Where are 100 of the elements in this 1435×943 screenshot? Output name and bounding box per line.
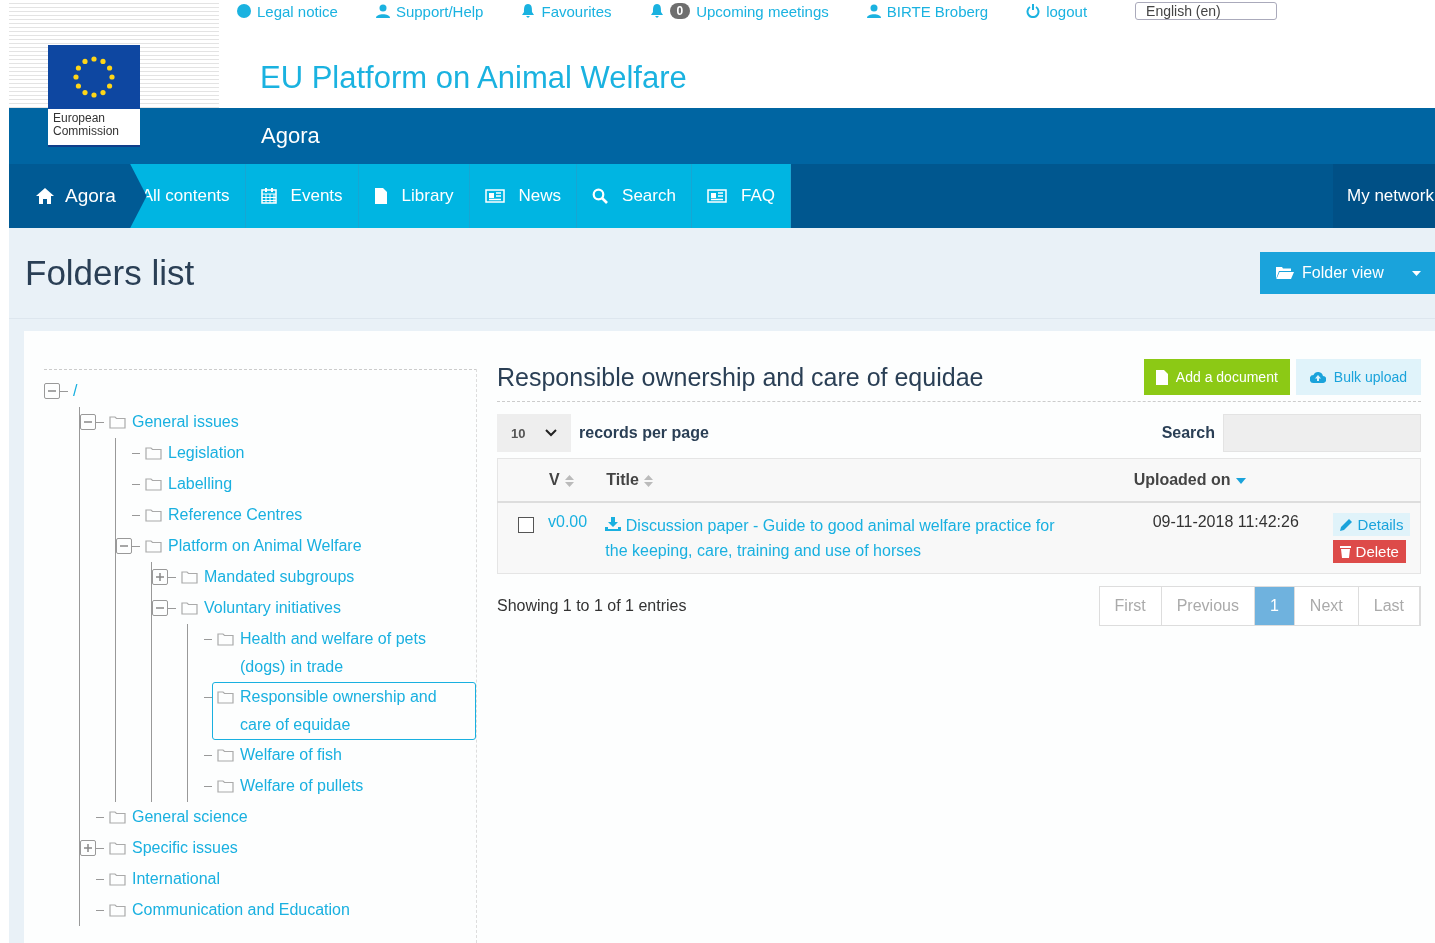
collapse-toggle[interactable] [44,383,60,399]
add-document-button[interactable]: Add a document [1143,359,1290,395]
top-link[interactable]: Legal notice [237,2,338,20]
sort-icon [643,473,653,488]
file-icon [1155,369,1168,385]
folder-icon [109,810,126,824]
folder-tree-item[interactable]: Mandated subgroups [176,562,360,592]
eu-stars-icon [71,54,117,100]
column-header[interactable]: V [548,458,606,502]
search-field[interactable] [1223,414,1421,452]
collapse-toggle[interactable] [80,414,96,430]
folder-tree-item[interactable]: General issues [104,407,244,437]
site-title: EU Platform on Animal Welfare [260,60,688,96]
folder-tree-item[interactable]: Responsible ownership and care of equidae [212,682,476,740]
folder-tree-item[interactable]: Communication and Education [104,895,355,925]
folder-tree-item[interactable]: Health and welfare of pets (dogs) in trade [212,624,476,682]
newspaper-icon [706,189,727,203]
folder-icon [181,601,198,615]
top-link[interactable]: logout [1026,2,1088,20]
folder-tree-item[interactable]: International [104,864,226,894]
folder-tree-item[interactable]: Voluntary initiatives [176,593,346,623]
folder-icon [145,477,162,491]
document-link[interactable]: Discussion paper - Guide to good animal welfare practice for the keeping, care, training and use of horses [605,513,1076,563]
folder-tree-item[interactable]: Welfare of fish [212,740,347,770]
count-badge: 0 [669,3,691,19]
collapse-toggle[interactable] [116,538,132,554]
nav-tab[interactable]: Search [577,164,692,228]
folder-icon [145,508,162,522]
upload-date: 09-11-2018 11:42:26 [1132,502,1333,574]
sort-icon [564,473,574,488]
row-checkbox[interactable] [518,517,534,533]
home-icon [35,187,55,205]
collapse-toggle[interactable] [152,600,168,616]
download-icon [605,517,622,531]
details-button[interactable]: Details [1332,513,1411,536]
column-header[interactable]: Uploaded on [1132,458,1421,502]
plus-icon [156,573,164,581]
folder-icon [217,632,234,646]
folder-icon [109,415,126,429]
folder-icon [181,570,198,584]
folder-tree-item[interactable]: Legislation [140,438,250,468]
folder-icon [217,779,234,793]
calendar-icon [260,188,277,204]
minus-icon [84,418,92,426]
trash-icon [1339,545,1351,558]
folder-icon [217,748,234,762]
top-link[interactable]: Favourites [521,2,612,20]
caret-icon [1412,270,1421,276]
entries-info: Showing 1 to 1 of 1 entries [497,597,687,615]
version-link[interactable]: v0.00 [548,502,606,574]
cloud-upload-icon [1309,371,1326,383]
file-icon [373,188,388,204]
top-link[interactable]: 0 Upcoming meetings [649,2,829,20]
bell-icon [649,4,664,18]
pencil-icon [1339,518,1353,531]
page-title: Folders list [25,253,195,293]
folder-tree-item[interactable]: Reference Centres [140,500,308,530]
folder-tree-item[interactable]: Welfare of pullets [212,771,369,801]
pagination-button[interactable]: 1 [1254,587,1295,625]
language-select[interactable]: English (en) [1135,2,1278,20]
search-label: Search [1161,424,1215,442]
sort-descending-icon [1235,477,1246,484]
folder-icon [109,872,126,886]
minus-icon [120,542,128,550]
folder-tree-item[interactable]: General science [104,802,253,832]
chevron-down-icon [545,429,557,437]
expand-toggle[interactable] [80,840,96,856]
delete-button[interactable]: Delete [1332,540,1406,563]
top-link[interactable]: BIRTE Broberg [866,2,989,20]
folder-icon [145,539,162,553]
logo-text: European Commission [52,110,120,140]
folder-tree-item[interactable]: / [68,376,83,406]
folder-icon [109,903,126,917]
folder-tree-item[interactable]: Labelling [140,469,238,499]
folder-view-button[interactable]: Folder view [1260,252,1435,294]
nav-link[interactable]: My network [1333,164,1435,228]
nav-tab[interactable]: News [469,164,578,228]
bulk-upload-button[interactable]: Bulk upload [1295,359,1421,395]
folder-tree-item[interactable]: Specific issues [104,833,243,863]
page-size-select[interactable]: 10 [497,414,571,452]
plus-icon [84,844,92,852]
folder-title: Responsible ownership and care of equidae [497,362,985,392]
minus-icon [48,387,56,395]
nav-tab[interactable]: Events [245,164,359,228]
folder-icon [217,690,234,704]
site-subtitle: Agora [261,123,320,149]
newspaper-icon [484,189,505,203]
page-size-label: records per page [579,424,709,442]
expand-toggle[interactable] [152,569,168,585]
top-link[interactable]: Support/Help [375,2,484,20]
search-icon [592,188,609,204]
folder-icon [109,841,126,855]
user-icon [866,4,881,18]
bell-icon [521,4,536,18]
power-icon [1026,4,1041,18]
minus-icon [156,604,164,612]
folder-tree-item[interactable]: Platform on Animal Welfare [140,531,367,561]
nav-tab[interactable]: Library [358,164,470,228]
nav-tab[interactable]: FAQ [691,164,791,228]
column-header[interactable]: Title [605,458,1133,502]
